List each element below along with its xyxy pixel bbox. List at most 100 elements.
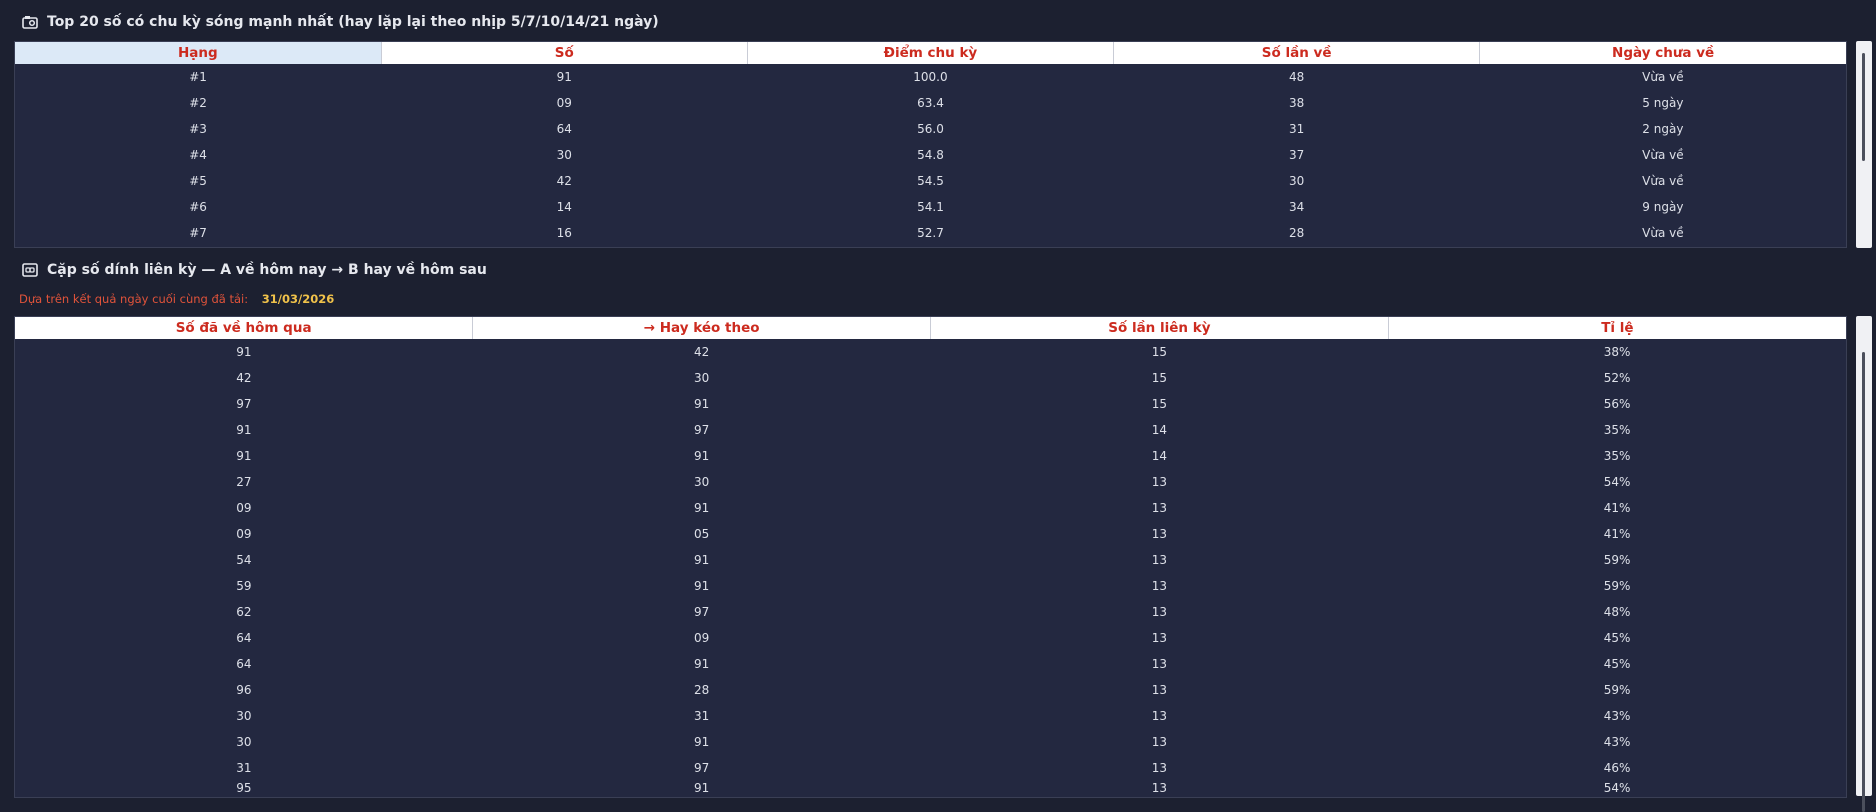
cycle-cell: 56.0	[917, 122, 944, 136]
table-row[interactable]: #6 14 54.1 34 9 ngày	[15, 194, 1846, 220]
section-2-title-text: Cặp số dính liên kỳ — A về hôm nay → B h…	[47, 262, 487, 278]
table-row[interactable]: 64 91 13 45%	[15, 651, 1846, 677]
table-row[interactable]: 54 91 13 59%	[15, 547, 1846, 573]
column-header-number[interactable]: Số	[381, 42, 748, 64]
cycle-cell: #3	[189, 122, 207, 136]
column-header-link-count[interactable]: Số lần liên kỳ	[930, 317, 1389, 339]
table-row[interactable]: 30 91 13 43%	[15, 729, 1846, 755]
pair-table[interactable]: Số đã về hôm qua → Hay kéo theo Số lần l…	[14, 316, 1847, 798]
table-row[interactable]: 09 91 13 41%	[15, 495, 1846, 521]
table-row[interactable]: #7 16 52.7 28 Vừa về	[15, 220, 1846, 246]
pair-cell: 91	[693, 449, 710, 463]
pair-cell: 64	[236, 657, 252, 671]
pair-cell: 27	[236, 475, 252, 489]
table-row[interactable]: 97 91 15 56%	[15, 391, 1846, 417]
pair-cell: 59%	[1603, 553, 1631, 567]
table-row[interactable]: 91 42 15 38%	[15, 339, 1846, 365]
pair-cell: 54	[236, 553, 252, 567]
cycle-cell: 52.7	[917, 226, 944, 240]
pair-cell: 91	[693, 501, 710, 515]
pair-cell: 59	[236, 579, 252, 593]
cycle-cell: 54.5	[917, 174, 944, 188]
pair-table-scrollbar[interactable]	[1856, 316, 1872, 812]
table-row[interactable]: 64 09 13 45%	[15, 625, 1846, 651]
cycle-cell: 42	[556, 174, 572, 188]
table-header-row: Hạng Số Điểm chu kỳ Số lần về Ngày chưa …	[15, 42, 1846, 64]
table-row[interactable]: 91 91 14 35%	[15, 443, 1846, 469]
cycle-cell: 34	[1289, 200, 1305, 214]
table-row[interactable]: 91 97 14 35%	[15, 417, 1846, 443]
pair-cell: 13	[1151, 683, 1168, 697]
table-row[interactable]: 42 30 15 52%	[15, 365, 1846, 391]
table-row[interactable]: #3 64 56.0 31 2 ngày	[15, 116, 1846, 142]
table-row[interactable]: 62 97 13 48%	[15, 599, 1846, 625]
column-header-ratio[interactable]: Tỉ lệ	[1388, 317, 1846, 339]
cycle-cell: 9 ngày	[1642, 200, 1684, 214]
pair-cell: 14	[1151, 423, 1168, 437]
column-header-follow-number[interactable]: → Hay kéo theo	[472, 317, 931, 339]
pair-cell: 13	[1151, 657, 1168, 671]
pair-cell: 52%	[1603, 371, 1631, 385]
cycle-cell: #6	[189, 200, 207, 214]
cycle-cell: 54.8	[917, 148, 944, 162]
table-row[interactable]: #1 91 100.0 48 Vừa về	[15, 64, 1846, 90]
pair-cell: 09	[236, 527, 252, 541]
table-row[interactable]: 31 97 13 46%	[15, 755, 1846, 781]
table-row[interactable]: #2 09 63.4 38 5 ngày	[15, 90, 1846, 116]
cycle-cell: #4	[189, 148, 207, 162]
cycle-cell: 91	[556, 70, 572, 84]
section-2-title: Cặp số dính liên kỳ — A về hôm nay → B h…	[22, 259, 487, 281]
column-header-rank[interactable]: Hạng	[15, 42, 382, 64]
cycle-cell: 09	[556, 96, 572, 110]
cycle-cell: 64	[556, 122, 572, 136]
pair-cell: 59%	[1603, 683, 1631, 697]
table-row[interactable]: 96 28 13 59%	[15, 677, 1846, 703]
cycle-table[interactable]: Hạng Số Điểm chu kỳ Số lần về Ngày chưa …	[14, 41, 1847, 248]
cycle-table-scrollbar[interactable]	[1856, 41, 1872, 248]
pair-cell: 30	[693, 371, 710, 385]
cycle-cell: 16	[556, 226, 572, 240]
table-row[interactable]: 09 05 13 41%	[15, 521, 1846, 547]
pair-cell: 62	[236, 605, 252, 619]
pair-cell: 13	[1151, 631, 1168, 645]
cycle-cell: 100.0	[913, 70, 948, 84]
pair-cell: 35%	[1603, 449, 1631, 463]
cycle-cell: #2	[189, 96, 207, 110]
cycle-cell: 14	[556, 200, 572, 214]
note-label: Dựa trên kết quả ngày cuối cùng đã tải:	[19, 292, 249, 306]
pair-cell: 91	[693, 735, 710, 749]
table-row[interactable]: 27 30 13 54%	[15, 469, 1846, 495]
section-1-title: Top 20 số có chu kỳ sóng mạnh nhất (hay …	[22, 11, 659, 33]
pair-cell: 45%	[1603, 657, 1631, 671]
pair-cell: 43%	[1603, 735, 1631, 749]
cycle-cell: 38	[1289, 96, 1305, 110]
pair-cell: 38%	[1603, 345, 1631, 359]
pair-cell: 30	[236, 709, 252, 723]
pair-cell: 15	[1151, 371, 1168, 385]
table-row[interactable]: 30 31 13 43%	[15, 703, 1846, 729]
data-source-note: Dựa trên kết quả ngày cuối cùng đã tải: …	[19, 292, 334, 306]
table-row[interactable]: #4 30 54.8 37 Vừa về	[15, 142, 1846, 168]
column-header-days-absent[interactable]: Ngày chưa về	[1479, 42, 1846, 64]
scrollbar-thumb[interactable]	[1862, 53, 1865, 161]
pair-cell: 13	[1151, 475, 1168, 489]
pair-cell: 28	[693, 683, 710, 697]
pair-cell: 56%	[1603, 397, 1631, 411]
scrollbar-thumb[interactable]	[1862, 352, 1865, 812]
pair-cell: 05	[693, 527, 710, 541]
column-header-cycle-score[interactable]: Điểm chu kỳ	[747, 42, 1115, 64]
pair-cell: 13	[1151, 501, 1168, 515]
pair-cell: 64	[236, 631, 252, 645]
section-1-title-text: Top 20 số có chu kỳ sóng mạnh nhất (hay …	[47, 14, 659, 30]
pair-cell: 91	[693, 579, 710, 593]
column-header-hit-count[interactable]: Số lần về	[1113, 42, 1481, 64]
cycle-cell: 48	[1289, 70, 1305, 84]
pair-cell: 13	[1151, 709, 1168, 723]
pair-cell: 31	[236, 761, 252, 775]
table-row[interactable]: #5 42 54.5 30 Vừa về	[15, 168, 1846, 194]
pair-cell: 30	[693, 475, 710, 489]
column-header-yesterday-number[interactable]: Số đã về hôm qua	[15, 317, 474, 339]
table-row[interactable]: 59 91 13 59%	[15, 573, 1846, 599]
pair-cell: 13	[1151, 605, 1168, 619]
cycle-cell: 30	[556, 148, 572, 162]
